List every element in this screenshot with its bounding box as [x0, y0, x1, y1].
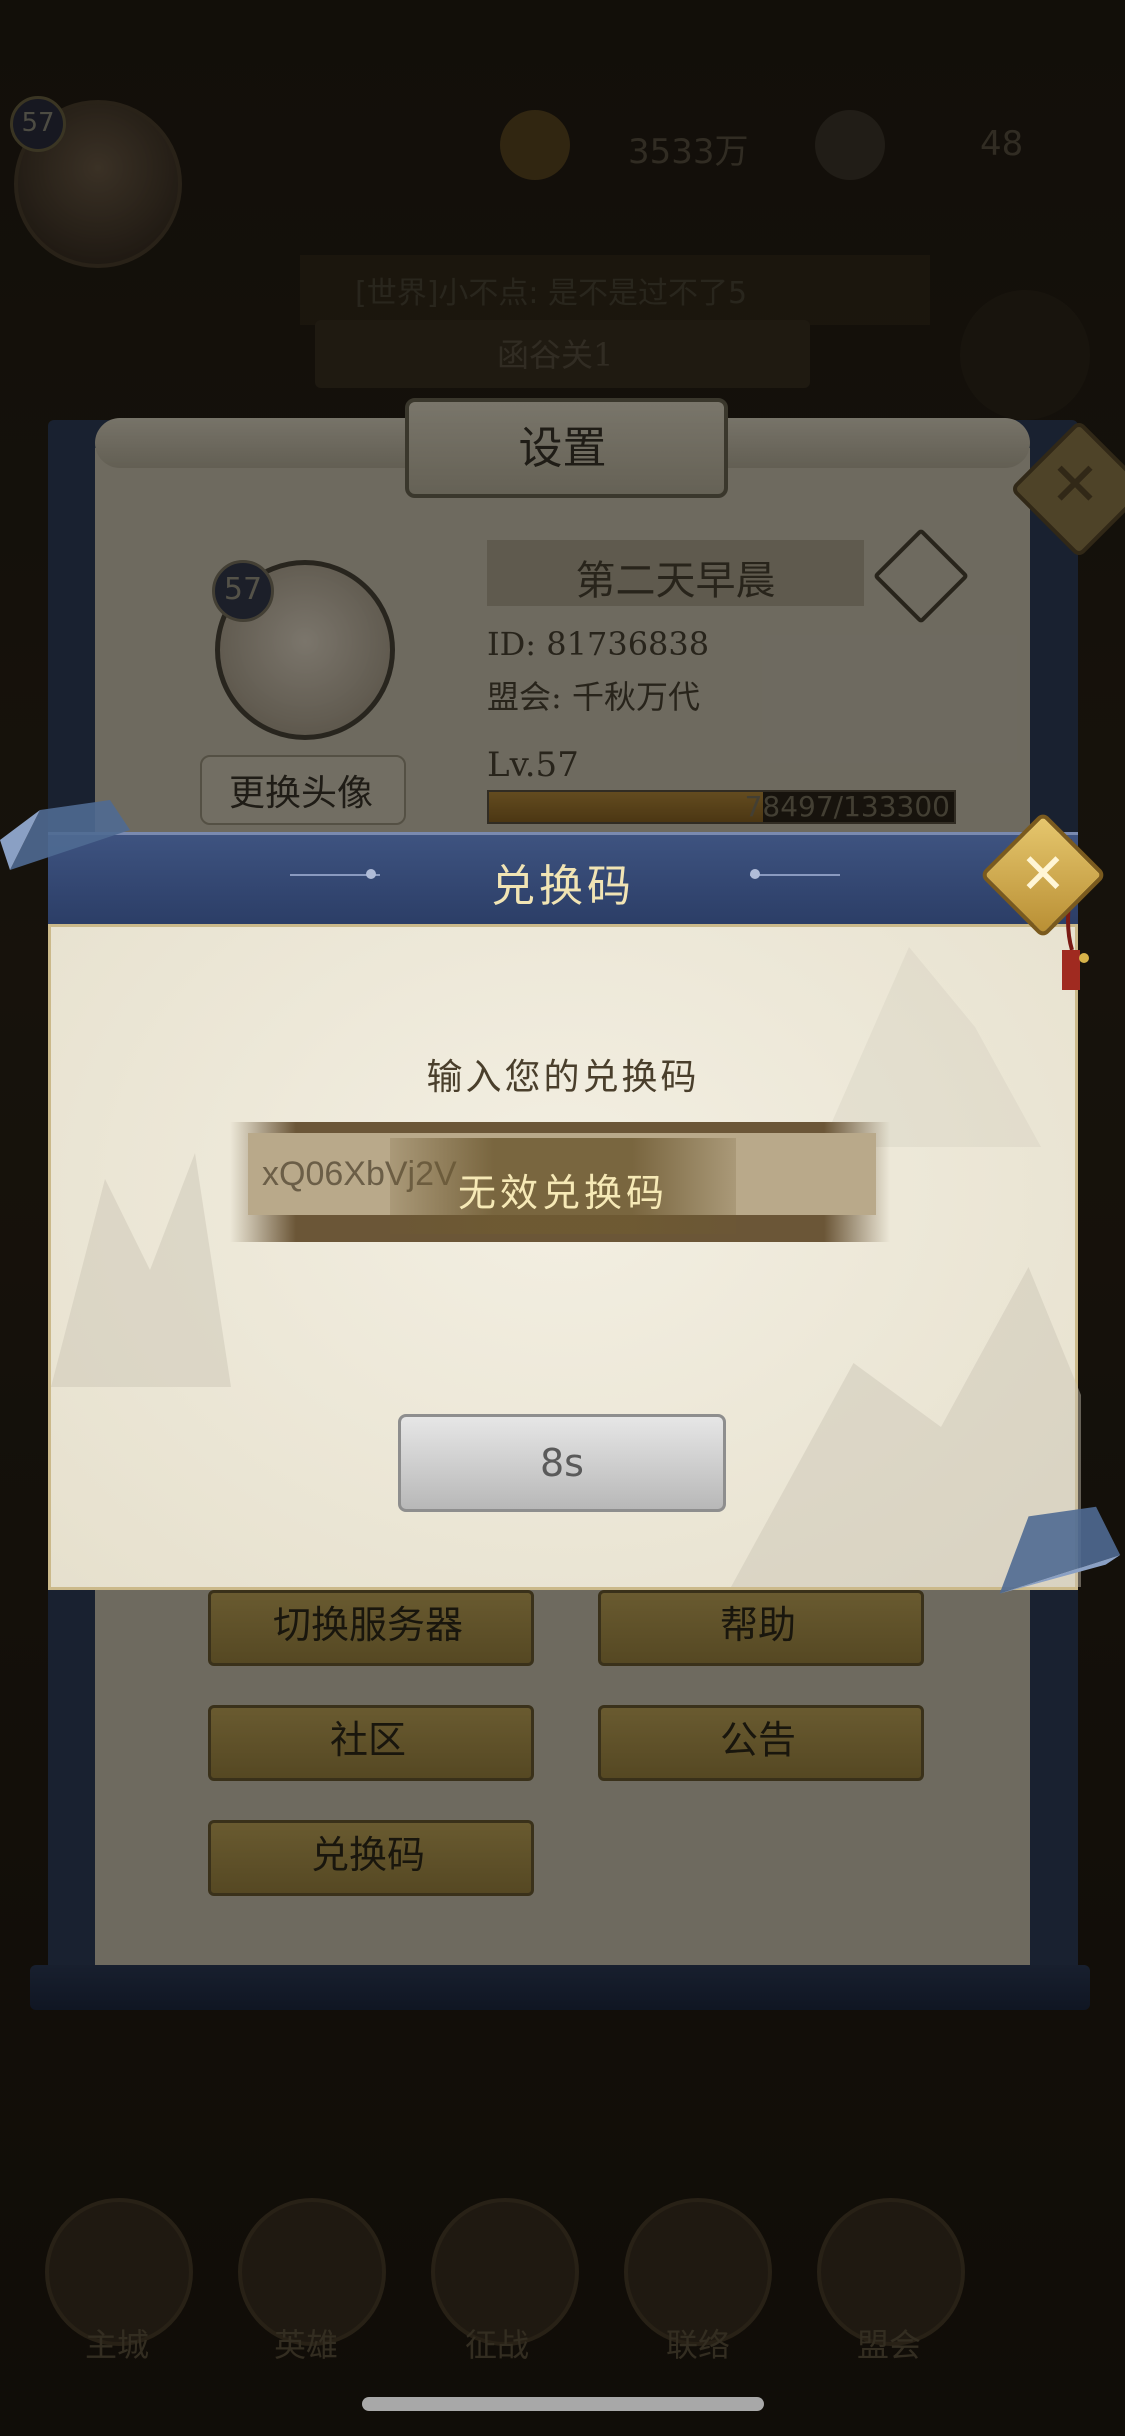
redeem-prompt: 输入您的兑换码	[426, 1057, 700, 1098]
close-icon: ✕	[1019, 842, 1067, 907]
mountain-decoration	[51, 1153, 231, 1387]
fan-icon	[999, 1506, 1121, 1594]
redeem-dialog-title: 兑换码	[491, 861, 635, 912]
fan-icon	[0, 800, 130, 870]
invalid-code-toast-text: 无效兑换码	[457, 1171, 668, 1215]
countdown-label: 8s	[540, 1441, 584, 1485]
home-indicator[interactable]	[362, 2397, 764, 2411]
mountain-decoration	[821, 947, 1041, 1147]
